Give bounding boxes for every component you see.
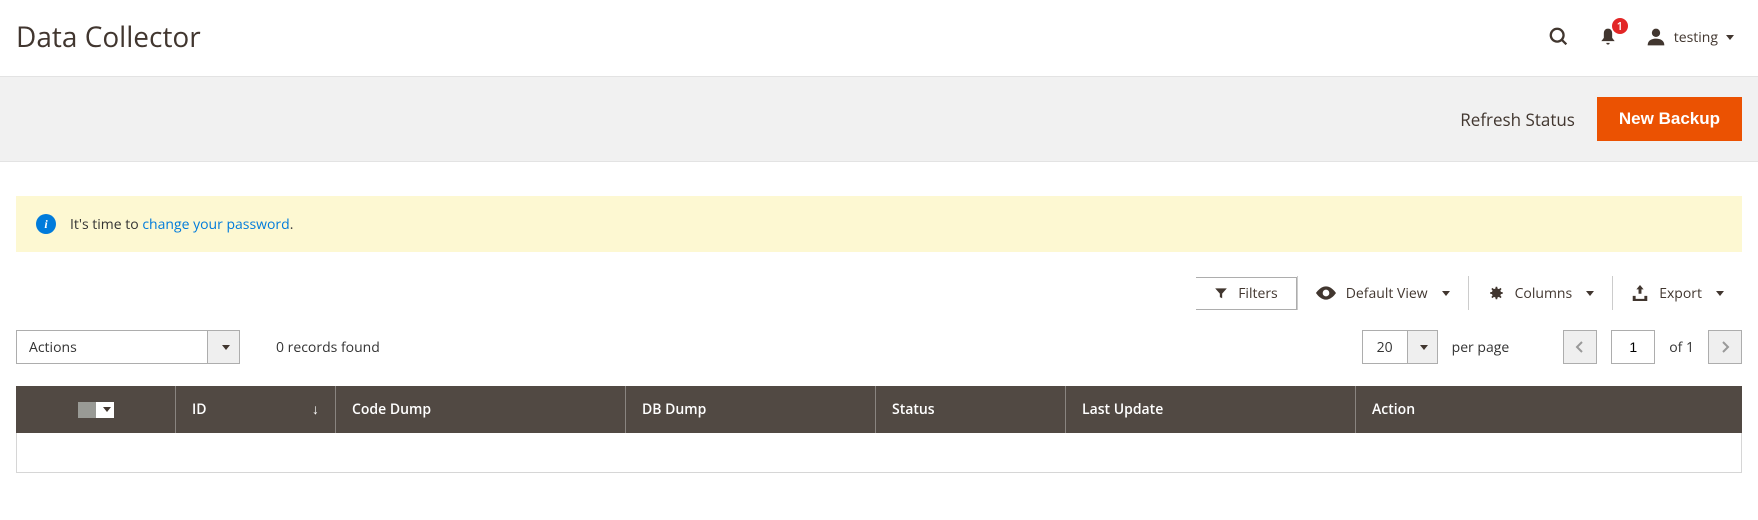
sort-down-icon: ↓ — [312, 400, 319, 419]
pager-prev-button[interactable] — [1563, 330, 1597, 364]
grid-body — [16, 433, 1742, 473]
change-password-link[interactable]: change your password — [142, 215, 289, 234]
records-found-label: 0 records found — [276, 338, 380, 357]
chevron-down-icon — [1586, 291, 1594, 296]
chevron-right-icon — [1720, 340, 1730, 354]
chevron-left-icon — [1575, 340, 1585, 354]
export-label: Export — [1659, 284, 1702, 303]
list-bar: Actions 0 records found 20 per page of 1 — [0, 320, 1758, 378]
column-last-update-label: Last Update — [1082, 400, 1163, 419]
column-header-status[interactable]: Status — [876, 386, 1066, 433]
column-id-label: ID — [192, 400, 207, 419]
default-view-label: Default View — [1346, 284, 1428, 303]
page-title: Data Collector — [16, 18, 201, 56]
actions-select[interactable]: Actions — [16, 330, 240, 364]
chevron-down-icon — [103, 407, 111, 412]
column-header-code-dump[interactable]: Code Dump — [336, 386, 626, 433]
export-button[interactable]: Export — [1612, 276, 1742, 310]
notice-banner: i It's time to change your password. — [16, 196, 1742, 252]
notification-icon[interactable]: 1 — [1598, 26, 1618, 48]
per-page-toggle[interactable] — [1407, 331, 1437, 363]
notice-prefix: It's time to — [70, 215, 142, 234]
grid-header-row: ID ↓ Code Dump DB Dump Status Last Updat… — [16, 386, 1742, 433]
select-all-checkbox[interactable] — [78, 402, 114, 418]
column-header-id[interactable]: ID ↓ — [176, 386, 336, 433]
chevron-down-icon — [1442, 291, 1450, 296]
actions-select-label: Actions — [17, 338, 207, 357]
notice-suffix: . — [290, 215, 294, 234]
columns-label: Columns — [1515, 284, 1573, 303]
column-header-last-update[interactable]: Last Update — [1066, 386, 1356, 433]
per-page-value: 20 — [1363, 338, 1407, 357]
gear-icon — [1487, 284, 1505, 302]
column-code-dump-label: Code Dump — [352, 400, 431, 419]
per-page-label: per page — [1452, 338, 1510, 357]
actions-select-toggle[interactable] — [207, 331, 239, 363]
chevron-down-icon — [1726, 35, 1734, 40]
column-header-db-dump[interactable]: DB Dump — [626, 386, 876, 433]
filters-button[interactable]: Filters — [1196, 277, 1297, 310]
column-action-label: Action — [1372, 400, 1415, 419]
columns-button[interactable]: Columns — [1468, 276, 1613, 310]
username-label: testing — [1674, 28, 1718, 47]
pager-next-button[interactable] — [1708, 330, 1742, 364]
chevron-down-icon — [222, 345, 230, 350]
export-icon — [1631, 285, 1649, 301]
chevron-down-icon — [1716, 291, 1724, 296]
eye-icon — [1316, 286, 1336, 300]
refresh-status-button[interactable]: Refresh Status — [1460, 108, 1575, 131]
column-header-action[interactable]: Action — [1356, 386, 1742, 433]
search-icon[interactable] — [1548, 26, 1570, 48]
total-pages-label: of 1 — [1669, 338, 1694, 357]
notice-text: It's time to change your password. — [70, 215, 293, 234]
funnel-icon — [1214, 286, 1228, 300]
column-db-dump-label: DB Dump — [642, 400, 706, 419]
info-icon: i — [36, 214, 56, 234]
user-menu[interactable]: testing — [1646, 27, 1734, 47]
chevron-down-icon — [1420, 345, 1428, 350]
column-select-all — [16, 386, 176, 433]
current-page-input[interactable] — [1611, 330, 1655, 364]
filters-label: Filters — [1238, 284, 1278, 303]
column-status-label: Status — [892, 400, 935, 419]
per-page-select[interactable]: 20 — [1362, 330, 1438, 364]
action-bar: Refresh Status New Backup — [0, 76, 1758, 162]
new-backup-button[interactable]: New Backup — [1597, 97, 1742, 141]
user-icon — [1646, 27, 1666, 47]
grid-toolbar: Filters Default View Columns Export — [0, 252, 1758, 320]
default-view-button[interactable]: Default View — [1297, 276, 1468, 310]
notification-badge: 1 — [1612, 18, 1628, 34]
